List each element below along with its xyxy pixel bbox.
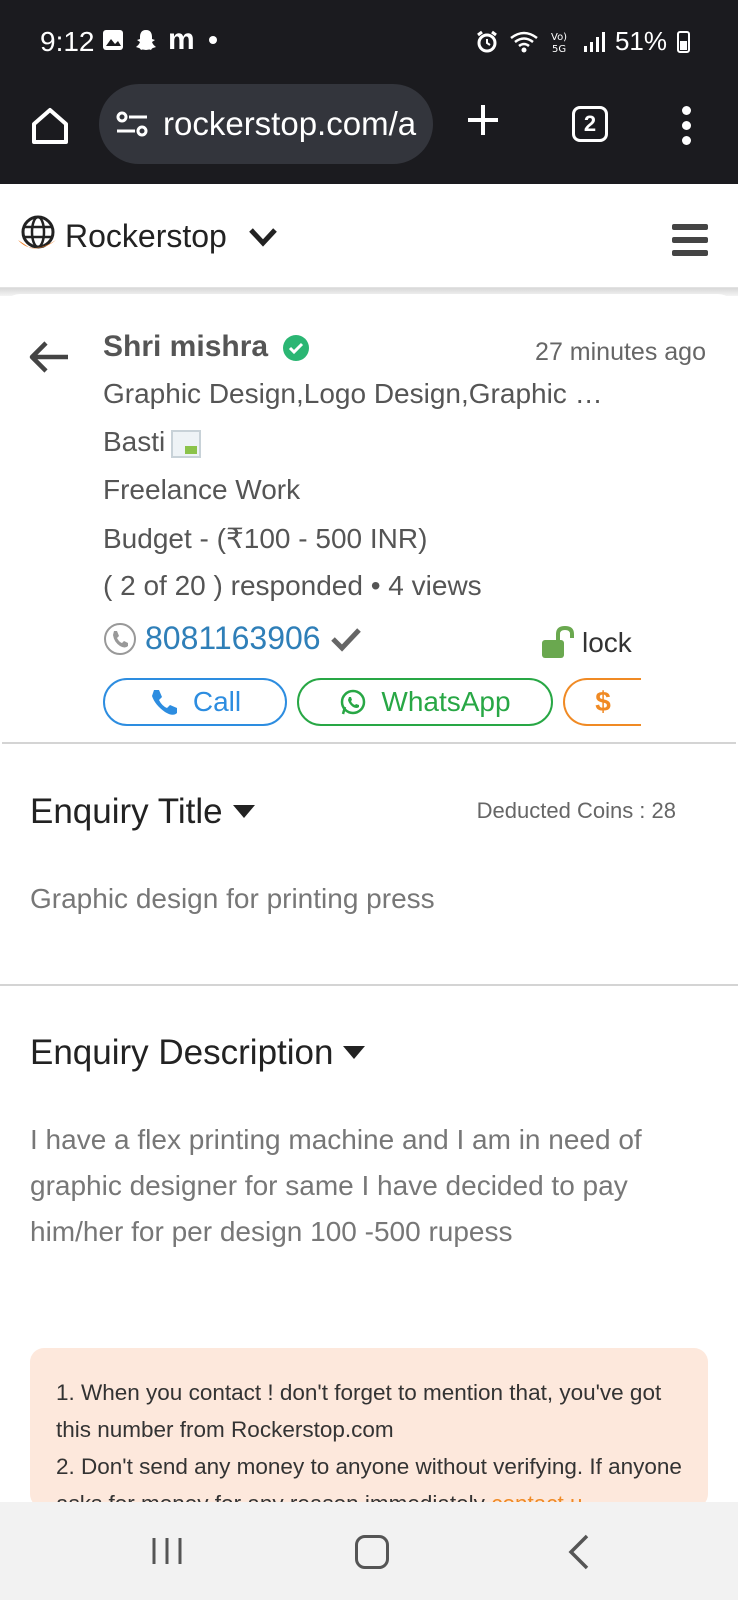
alarm-icon: [477, 30, 497, 52]
whatsapp-icon: [341, 689, 366, 715]
notice-line-2: 2. Don't send any money to anyone withou…: [56, 1448, 682, 1508]
svg-text:Vo): Vo): [551, 32, 567, 43]
caret-down-icon: [343, 1046, 366, 1059]
rockerstop-logo-icon[interactable]: [16, 214, 58, 256]
enquiry-title-text: Graphic design for printing press: [30, 883, 435, 914]
status-time: 9:12: [40, 26, 95, 57]
phone-icon: [151, 690, 177, 715]
verified-badge-icon: [283, 335, 309, 361]
wifi-icon: [510, 31, 538, 52]
enquiry-card: Shri mishra 27 minutes ago Graphic Desig…: [2, 294, 736, 744]
safety-notice: 1. When you contact ! don't forget to me…: [30, 1348, 708, 1508]
plus-icon: [468, 105, 498, 135]
whatsapp-button[interactable]: WhatsApp: [297, 678, 553, 726]
browser-menu-icon[interactable]: [680, 106, 692, 146]
volte-5g-icon: Vo)5G: [551, 32, 567, 55]
section-divider: [0, 984, 738, 986]
browser-toolbar: rockerstop.com/a 2: [0, 84, 738, 184]
unlock-icon: [542, 626, 574, 658]
svg-text:5G: 5G: [552, 44, 566, 55]
check-icon: [330, 627, 361, 652]
back-nav-icon[interactable]: [568, 1534, 590, 1570]
responses: ( 2 of 20 ) responded • 4 views: [103, 570, 482, 601]
broken-image-icon: [171, 429, 202, 458]
site-settings-icon[interactable]: [115, 110, 149, 138]
home-icon[interactable]: [28, 104, 72, 148]
site-header: Rockerstop: [0, 184, 738, 288]
dollar-button[interactable]: $: [563, 678, 641, 726]
recents-icon[interactable]: [150, 1536, 184, 1566]
call-label: Call: [192, 686, 242, 717]
deducted-coins: Deducted Coins : 28: [476, 798, 676, 823]
battery-percent: 51%: [614, 26, 667, 56]
phone-circle-icon: [104, 622, 136, 655]
enquiry-description-label: Enquiry Description: [30, 1033, 334, 1072]
dot-icon: [208, 36, 217, 44]
enquiry-description-text: I have a flex printing machine and I am …: [30, 1124, 642, 1247]
notice-line-1: 1. When you contact ! don't forget to me…: [56, 1380, 662, 1442]
new-tab-button[interactable]: [466, 98, 500, 146]
budget: Budget - (₹100 - 500 INR): [103, 523, 428, 554]
system-nav-bar: [0, 1502, 738, 1600]
address-bar[interactable]: rockerstop.com/a: [99, 84, 433, 164]
phone-row[interactable]: 8081163906: [103, 620, 363, 657]
status-icons-right: Vo) 5G 51%: [475, 26, 690, 57]
tab-switcher-button[interactable]: 2: [572, 106, 608, 142]
signal-icon: [583, 31, 605, 52]
enquiry-title-heading[interactable]: Enquiry Title: [30, 792, 255, 832]
phone-number[interactable]: 8081163906: [145, 620, 321, 657]
work-type: Freelance Work: [103, 474, 301, 505]
location-row: Basti: [103, 426, 202, 458]
home-nav-icon[interactable]: [355, 1535, 389, 1569]
hamburger-menu-icon[interactable]: [672, 224, 708, 256]
poster-name: Shri mishra: [103, 330, 269, 363]
posted-time: 27 minutes ago: [535, 338, 706, 366]
snapchat-icon: [136, 30, 156, 50]
status-icons-left: m: [102, 23, 217, 56]
enquiry-description-heading[interactable]: Enquiry Description: [30, 1033, 366, 1073]
location: Basti: [103, 426, 166, 457]
m-app-icon: m: [168, 23, 195, 56]
chevron-down-icon[interactable]: [248, 226, 278, 248]
lock-label: lock: [582, 627, 632, 658]
lock-toggle[interactable]: lock: [540, 626, 632, 660]
url-text[interactable]: rockerstop.com/a: [163, 105, 416, 143]
image-icon: [103, 30, 123, 50]
back-arrow-icon[interactable]: [28, 340, 70, 374]
categories: Graphic Design,Logo Design,Graphic …: [103, 378, 603, 409]
status-bar: 9:12 m Vo) 5G 51%: [0, 0, 738, 84]
call-button[interactable]: Call: [103, 678, 287, 726]
site-title[interactable]: Rockerstop: [65, 218, 227, 255]
battery-icon: [677, 30, 690, 53]
enquiry-title-label: Enquiry Title: [30, 792, 223, 831]
whatsapp-label: WhatsApp: [381, 686, 511, 717]
caret-down-icon: [232, 805, 255, 818]
